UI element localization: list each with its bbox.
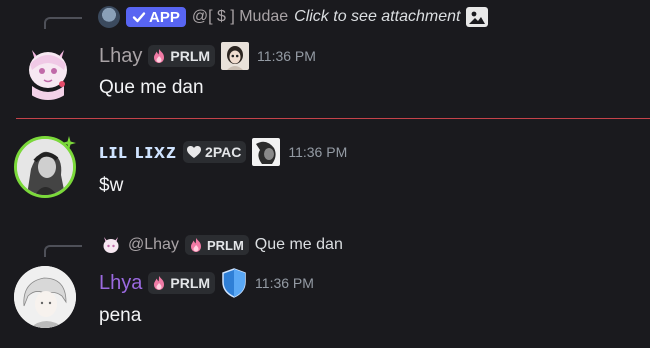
app-badge-label: APP — [149, 8, 180, 26]
message-content: pena — [99, 305, 142, 326]
reply-text[interactable]: Que me dan — [255, 236, 343, 254]
app-badge: APP — [126, 7, 186, 27]
guild-tag-label: 2PAC — [205, 144, 242, 160]
sparkle-icon — [62, 136, 76, 155]
reply-guild-tag-label: PRLM — [206, 237, 244, 253]
guild-tag[interactable]: 2PAC — [183, 141, 247, 163]
reply-preview[interactable]: APP @[ $ ] Mudae Click to see attachment — [98, 6, 489, 28]
username[interactable]: ʟɪʟ ʟɪxᴢ — [99, 141, 177, 164]
timestamp[interactable]: 11:36 PM — [257, 48, 316, 64]
guild-tag-label: PRLM — [170, 48, 211, 64]
reply-author[interactable]: @[ $ ] Mudae — [192, 8, 288, 26]
reply-guild-tag[interactable]: PRLM — [184, 235, 249, 255]
guild-tag[interactable]: PRLM — [148, 272, 216, 294]
reply-avatar[interactable] — [100, 234, 122, 256]
username[interactable]: Lhya — [99, 272, 142, 295]
avatar[interactable] — [18, 40, 78, 100]
message-content: Que me dan — [99, 77, 204, 98]
reply-author[interactable]: @Lhay — [128, 236, 179, 254]
heart-icon — [187, 146, 202, 158]
flame-icon — [154, 49, 165, 63]
message-content: $w — [99, 175, 124, 196]
username[interactable]: Lhay — [99, 45, 142, 68]
message-1: APP @[ $ ] Mudae Click to see attachment… — [0, 0, 650, 116]
check-icon — [132, 12, 146, 23]
reply-spine — [44, 17, 82, 29]
new-messages-divider — [16, 118, 650, 119]
shield-icon — [221, 268, 247, 298]
guild-tag-label: PRLM — [170, 275, 211, 291]
flame-icon — [154, 276, 165, 290]
role-icon — [221, 42, 250, 70]
reply-preview[interactable]: @Lhay PRLM Que me dan — [100, 234, 343, 256]
message-header: Lhya PRLM 11:36 PM — [99, 268, 314, 298]
timestamp[interactable]: 11:36 PM — [288, 144, 347, 160]
message-header: ʟɪʟ ʟɪxᴢ 2PAC 11:36 PM — [99, 138, 347, 166]
image-icon — [466, 7, 489, 27]
reply-text[interactable]: Click to see attachment — [294, 8, 460, 26]
timestamp[interactable]: 11:36 PM — [255, 275, 314, 291]
message-header: Lhay PRLM 11:36 PM — [99, 42, 316, 70]
role-icon — [252, 138, 281, 166]
guild-tag[interactable]: PRLM — [148, 45, 216, 67]
message-2: ʟɪʟ ʟɪxᴢ 2PAC 11:36 PM $w — [0, 120, 650, 220]
reply-spine — [44, 245, 82, 257]
avatar[interactable] — [14, 266, 76, 328]
message-3: @Lhay PRLM Que me dan Lhya PRLM 11:36 PM… — [0, 228, 650, 348]
flame-icon — [190, 238, 201, 252]
reply-avatar[interactable] — [98, 6, 120, 28]
